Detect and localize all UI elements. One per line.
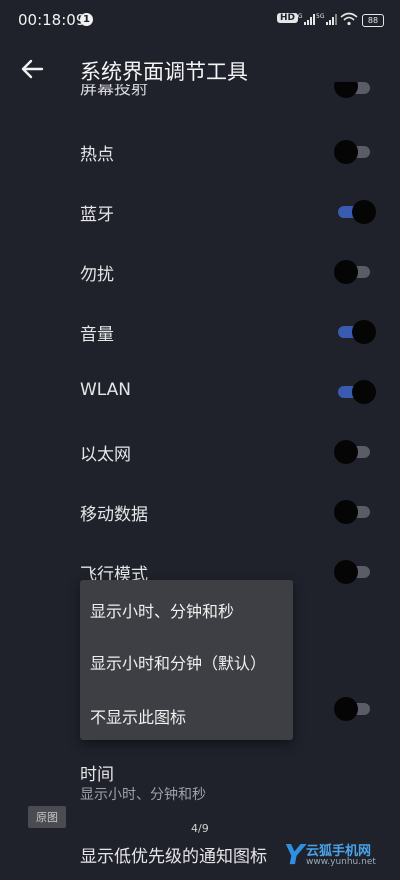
page-title: 系统界面调节工具	[80, 60, 248, 84]
signal-5g-icon: 5G	[294, 13, 315, 25]
toggle-thumb	[334, 82, 358, 98]
toggle-thumb	[352, 200, 376, 224]
svg-text:5G: 5G	[294, 13, 303, 20]
watermark-y-letter: Y	[284, 838, 305, 871]
tile-label: 移动数据	[80, 505, 148, 525]
status-time: 00:18:09	[18, 11, 86, 29]
page-indicator: 4/9	[191, 822, 209, 835]
toggle-thumb	[334, 140, 358, 164]
toggle-thumb	[334, 260, 358, 284]
notification-icon: 1	[80, 13, 93, 26]
tile-toggle[interactable]	[334, 440, 374, 464]
toggle-thumb	[334, 440, 358, 464]
tile-row[interactable]: 移动数据	[0, 482, 400, 542]
popup-option-hm[interactable]: 显示小时和分钟（默认）	[90, 650, 266, 674]
watermark-url: www.yunhu.net	[306, 857, 376, 867]
tile-toggle[interactable]	[334, 380, 376, 404]
tile-toggle[interactable]	[334, 260, 374, 284]
original-image-badge[interactable]: 原图	[28, 806, 66, 828]
partial-toggle[interactable]	[334, 82, 374, 100]
low-priority-notification-row[interactable]: 显示低优先级的通知图标	[80, 842, 267, 867]
tile-label: 音量	[80, 325, 114, 345]
hidden-row-toggle[interactable]	[334, 697, 374, 721]
toggle-thumb	[334, 500, 358, 524]
tile-toggle[interactable]	[334, 200, 376, 224]
tile-label: WLAN	[80, 380, 132, 400]
tile-toggle[interactable]	[334, 320, 376, 344]
time-setting-title: 时间	[80, 765, 114, 785]
popup-option-hms[interactable]: 显示小时、分钟和秒	[90, 598, 234, 622]
time-setting-value: 显示小时、分钟和秒	[80, 787, 206, 803]
tile-row[interactable]: 热点	[0, 122, 400, 182]
tile-label: 热点	[80, 145, 114, 165]
back-arrow-icon[interactable]	[18, 56, 46, 82]
tile-toggle[interactable]	[334, 500, 374, 524]
tile-row[interactable]: 以太网	[0, 422, 400, 482]
tile-row[interactable]: 蓝牙	[0, 182, 400, 242]
svg-text:5G: 5G	[316, 13, 325, 20]
tile-toggle[interactable]	[334, 560, 374, 584]
toggle-thumb	[352, 380, 376, 404]
tile-row[interactable]: WLAN	[0, 362, 400, 422]
status-bar: 00:18:09 1 HD 5G 5G 88	[0, 0, 400, 42]
tile-label: 蓝牙	[80, 205, 114, 225]
tile-row[interactable]: 勿扰	[0, 242, 400, 302]
toggle-thumb	[334, 697, 358, 721]
toggle-thumb	[352, 320, 376, 344]
signal-5g-icon-2: 5G	[316, 13, 337, 25]
wifi-icon	[340, 12, 358, 26]
tile-label: 勿扰	[80, 265, 114, 285]
partial-list-item: 屏幕投射	[80, 84, 280, 102]
toggle-thumb	[334, 560, 358, 584]
time-format-popup: 显示小时、分钟和秒 显示小时和分钟（默认） 不显示此图标	[80, 580, 293, 740]
tile-toggle[interactable]	[334, 140, 374, 164]
tile-row[interactable]: 音量	[0, 302, 400, 362]
battery-icon: 88	[362, 14, 384, 27]
tile-label: 以太网	[80, 445, 131, 465]
watermark-logo: Y 云狐手机网 www.yunhu.net	[284, 838, 394, 872]
popup-option-hide[interactable]: 不显示此图标	[90, 704, 186, 728]
partial-item-label: 屏幕投射	[80, 84, 148, 99]
